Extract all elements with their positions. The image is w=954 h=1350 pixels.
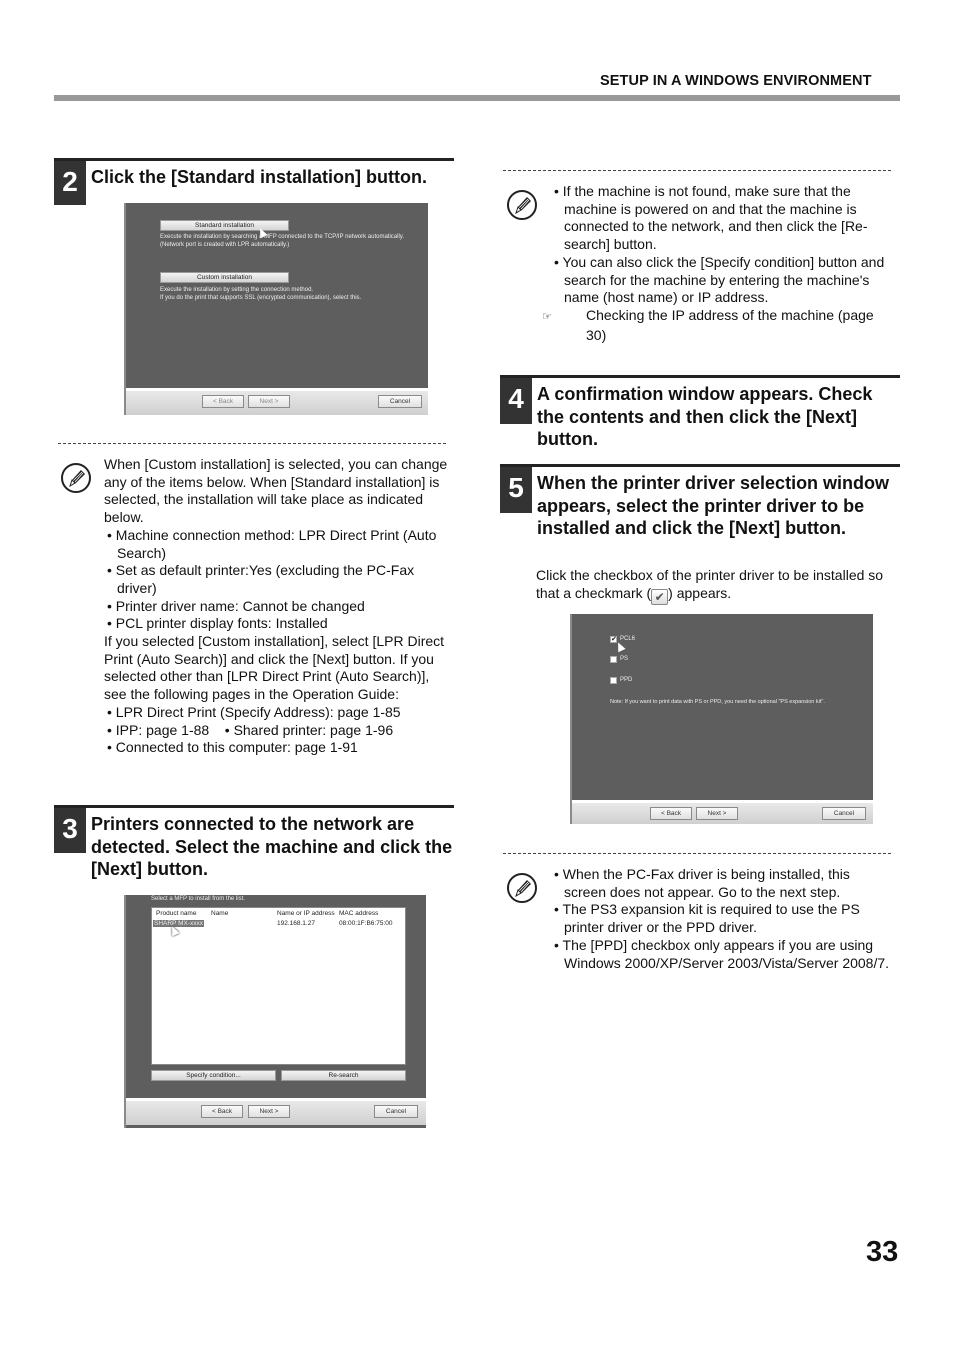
bullet-text: Set as default printer:Yes (excluding th… — [115, 562, 415, 596]
header-divider — [54, 95, 900, 101]
pencil-note-icon — [507, 190, 537, 220]
reference-text[interactable]: Checking the IP address of the machine (… — [586, 307, 874, 343]
cell-mac: 08:00:1F:B6:75:00 — [339, 920, 393, 927]
bullet-text: LPR Direct Print (Specify Address): page… — [115, 703, 401, 720]
note-bullet: • PCL printer display fonts: Installed — [107, 615, 328, 632]
screenshot-select-mfp: Select a MFP to install from the list. P… — [124, 895, 426, 1128]
step-number: 3 — [54, 808, 86, 853]
mfp-list[interactable]: Product name Name Name or IP address MAC… — [151, 907, 406, 1065]
note-bullet: • The PS3 expansion kit is required to u… — [554, 901, 860, 936]
note-bullet: • Printer driver name: Cannot be changed — [107, 597, 365, 614]
desc-line: Execute the installation by setting the … — [160, 287, 314, 293]
note-paragraph: If you selected [Custom installation], s… — [104, 633, 445, 703]
bullet-text: Connected to this computer: page 1-91 — [115, 739, 358, 756]
screenshot-install-type: Standard installation Execute the instal… — [124, 203, 428, 415]
re-search-button[interactable]: Re-search — [281, 1070, 406, 1081]
checkbox-label: PPD — [620, 677, 633, 683]
checkbox-ps[interactable] — [610, 656, 617, 663]
wizard-footer: < Back Next > Cancel — [126, 388, 428, 415]
mouse-pointer-icon — [614, 640, 626, 653]
note-custom-installation: When [Custom installation] is selected, … — [104, 456, 450, 757]
wizard-footer: < Back Next > Cancel — [572, 800, 873, 824]
step-text: Printers connected to the network are de… — [91, 814, 453, 879]
bullet-text: The [PPD] checkbox only appears if you a… — [562, 936, 890, 971]
step-text: Click the [Standard installation] button… — [91, 167, 428, 187]
cancel-button[interactable]: Cancel — [378, 395, 422, 408]
next-button[interactable]: Next > — [696, 807, 738, 820]
pencil-note-icon — [61, 463, 91, 493]
select-instruction: Select a MFP to install from the list. — [151, 896, 245, 902]
step-2-heading: 2 Click the [Standard installation] butt… — [54, 158, 454, 205]
back-button[interactable]: < Back — [650, 807, 692, 820]
note-divider — [58, 443, 446, 444]
bullet-text: IPP: page 1-88 — [115, 721, 210, 738]
column-header[interactable]: Name — [211, 910, 228, 917]
note-bullet: • LPR Direct Print (Specify Address): pa… — [107, 703, 401, 720]
bullet-text: When the PC-Fax driver is being installe… — [562, 866, 850, 900]
step-3-heading: 3 Printers connected to the network are … — [54, 805, 454, 879]
step-5-body: Click the checkbox of the printer driver… — [536, 567, 900, 605]
driver-note: Note: If you want to print data with PS … — [610, 699, 825, 705]
custom-installation-button[interactable]: Custom installation — [160, 272, 289, 283]
reference-link[interactable]: ☞ Checking the IP address of the machine … — [542, 307, 897, 344]
checkbox-ppd[interactable] — [610, 677, 617, 684]
back-button[interactable]: < Back — [202, 395, 244, 408]
note-driver-conditions: • When the PC-Fax driver is being instal… — [551, 866, 891, 972]
note-machine-not-found: • If the machine is not found, make sure… — [542, 183, 897, 344]
step-number: 2 — [54, 161, 86, 205]
note-divider — [503, 170, 891, 171]
bullet-text: The PS3 expansion kit is required to use… — [562, 901, 860, 936]
note-bullet: • If the machine is not found, make sure… — [554, 183, 868, 253]
body-text: ) appears. — [668, 584, 732, 601]
bullet-text: If the machine is not found, make sure t… — [562, 183, 868, 253]
note-bullet: • The [PPD] checkbox only appears if you… — [554, 936, 890, 971]
note-bullet: • Machine connection method: LPR Direct … — [107, 526, 437, 561]
step-4-heading: 4 A confirmation window appears. Check t… — [500, 375, 900, 449]
bullet-text: You can also click the [Specify conditio… — [562, 253, 885, 306]
cell-ip: 192.168.1.27 — [277, 920, 315, 927]
standard-installation-button[interactable]: Standard installation — [160, 220, 289, 231]
column-header[interactable]: MAC address — [339, 910, 378, 917]
checkbox-label: PS — [620, 656, 629, 662]
note-bullet: • You can also click the [Specify condit… — [554, 253, 885, 306]
bullet-text: Printer driver name: Cannot be changed — [115, 597, 365, 614]
pointing-hand-icon: ☞ — [542, 310, 552, 323]
bullet-text: Shared printer: page 1-96 — [233, 721, 394, 738]
specify-condition-button[interactable]: Specify condition... — [151, 1070, 276, 1081]
section-title: SETUP IN A WINDOWS ENVIRONMENT — [600, 73, 872, 89]
note-bullet: • IPP: page 1-88 • Shared printer: page … — [107, 721, 394, 738]
step-text: When the printer driver selection window… — [537, 473, 890, 538]
cancel-button[interactable]: Cancel — [822, 807, 866, 820]
step-5-heading: 5 When the printer driver selection wind… — [500, 464, 900, 559]
column-header[interactable]: Product name — [156, 910, 196, 917]
step-number: 5 — [500, 467, 532, 513]
bullet-text: Machine connection method: LPR Direct Pr… — [115, 526, 437, 561]
desc-line: If you do the print that supports SSL (e… — [160, 294, 362, 301]
bullet-text: PCL printer display fonts: Installed — [115, 615, 328, 632]
step-text: A confirmation window appears. Check the… — [537, 384, 873, 449]
screenshot-driver-selection: ✔ PCL6 PS PPD Note: If you want to print… — [570, 614, 873, 824]
cell-product[interactable]: SHARP MX-xxxx — [153, 920, 204, 927]
note-bullet: • Set as default printer:Yes (excluding … — [107, 562, 415, 596]
next-button[interactable]: Next > — [248, 395, 290, 408]
next-button[interactable]: Next > — [248, 1105, 290, 1118]
note-bullet: • Connected to this computer: page 1-91 — [107, 739, 358, 756]
pencil-note-icon — [507, 873, 537, 903]
desc-line: (Network port is created with LPR automa… — [160, 241, 290, 248]
checkmark-icon: ✔ — [651, 588, 669, 605]
cancel-button[interactable]: Cancel — [374, 1105, 418, 1118]
step-number: 4 — [500, 378, 532, 424]
column-header[interactable]: Name or IP address — [277, 910, 335, 917]
note-paragraph: When [Custom installation] is selected, … — [104, 456, 448, 526]
note-bullet: • When the PC-Fax driver is being instal… — [554, 866, 850, 900]
back-button[interactable]: < Back — [201, 1105, 243, 1118]
wizard-footer: < Back Next > Cancel — [126, 1098, 426, 1125]
standard-desc: Execute the installation by searching a … — [160, 234, 404, 249]
checkbox-pcl6[interactable]: ✔ — [610, 636, 617, 643]
note-divider — [503, 853, 891, 854]
desc-line: Execute the installation by searching a … — [160, 234, 405, 240]
custom-desc: Execute the installation by setting the … — [160, 287, 361, 302]
page-number: 33 — [866, 1236, 899, 1268]
